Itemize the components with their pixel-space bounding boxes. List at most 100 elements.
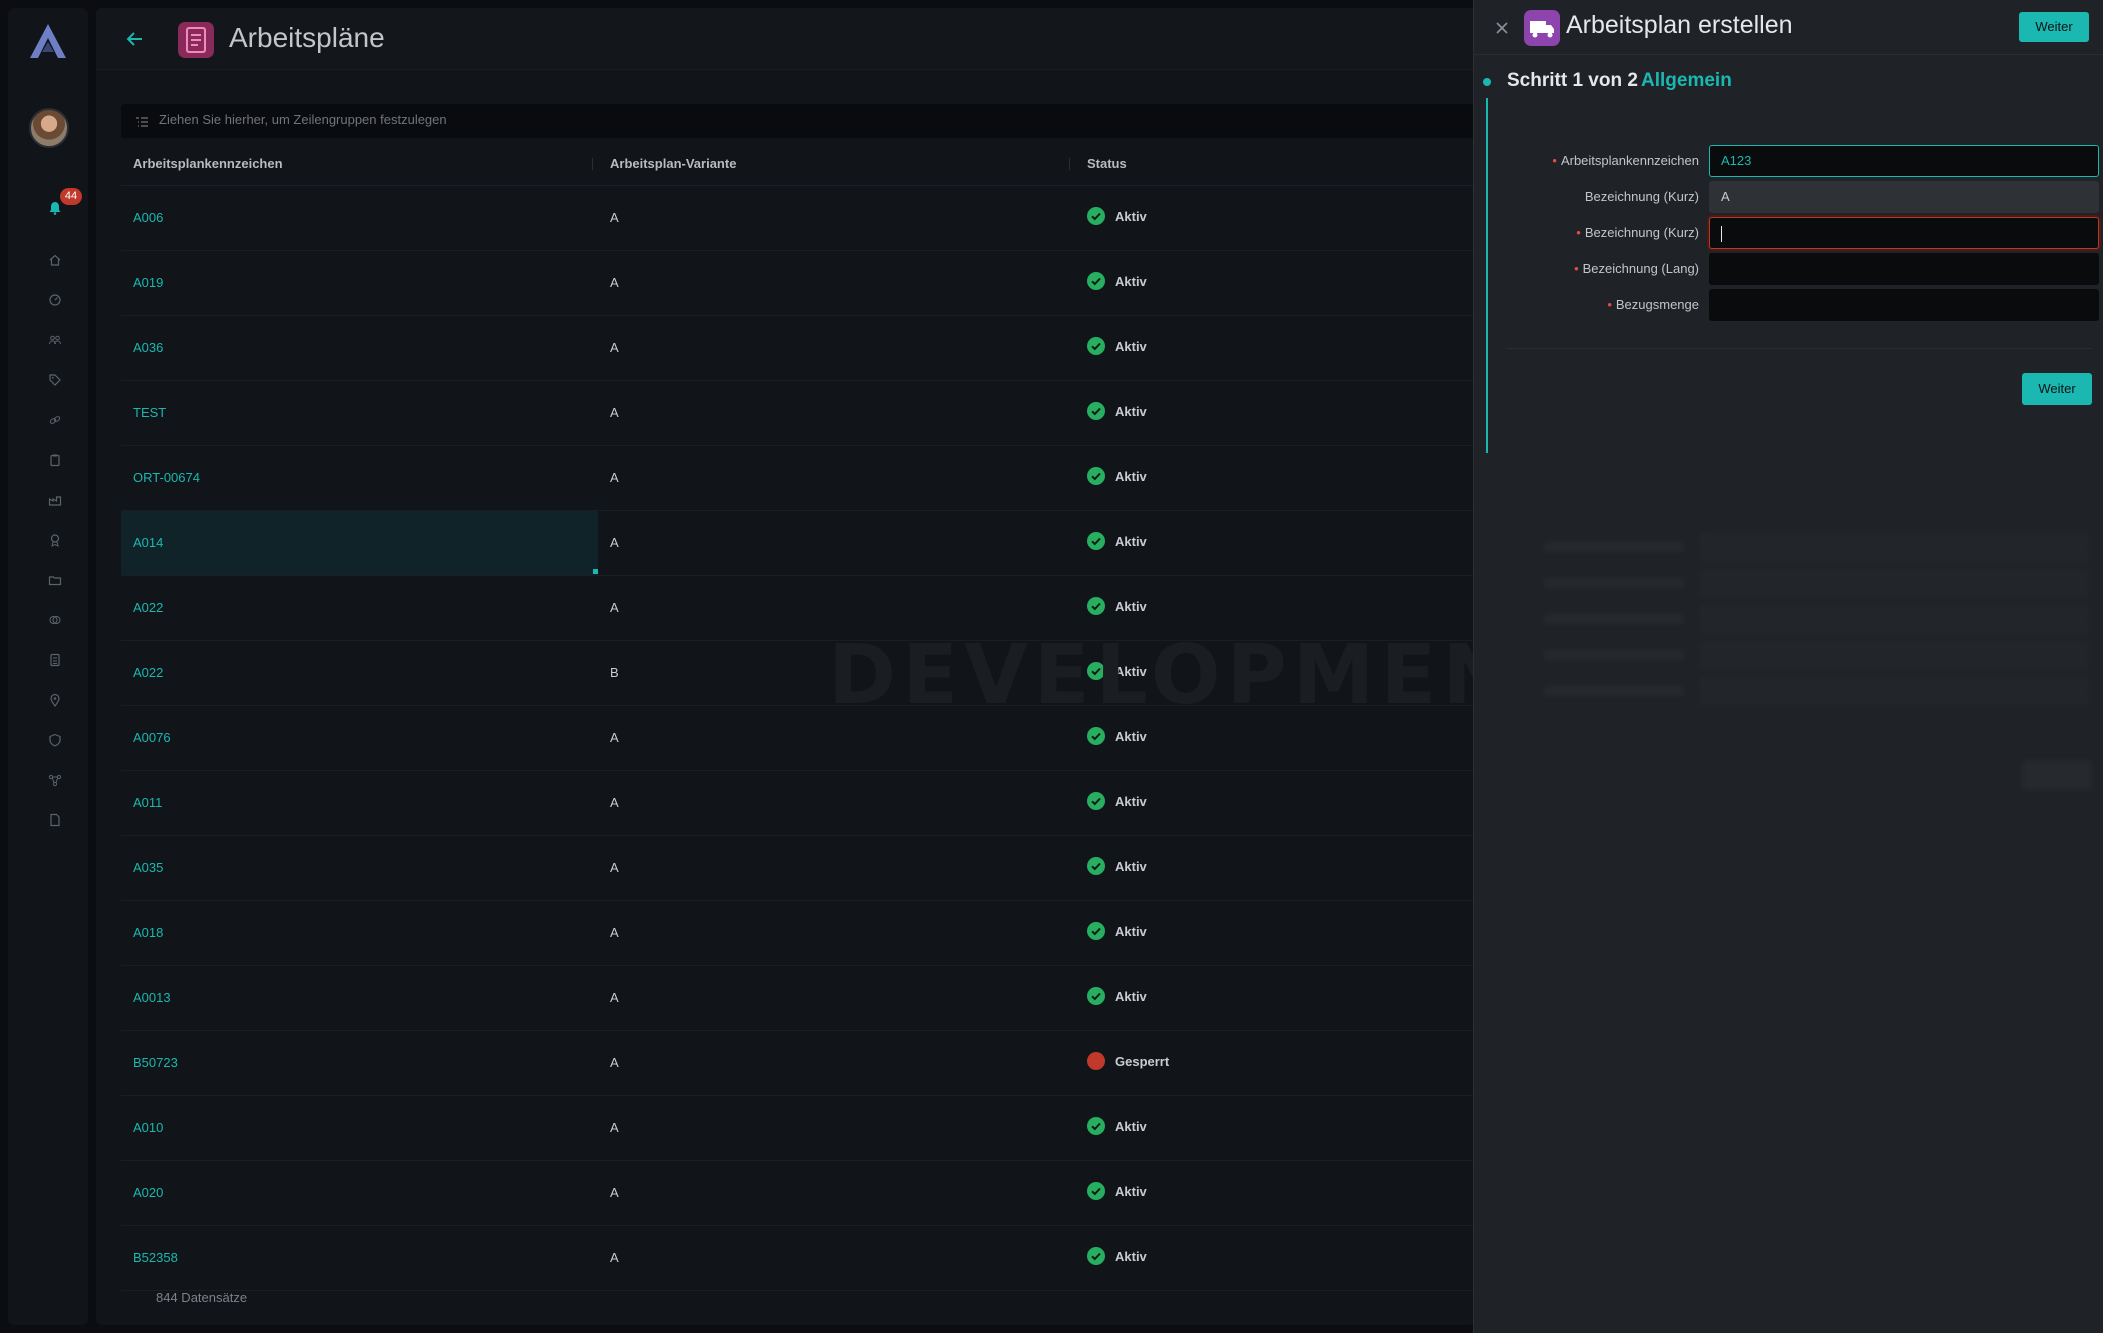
link-icon[interactable]: [48, 412, 62, 426]
cell-code[interactable]: A010: [133, 1120, 163, 1135]
cell-variant: A: [610, 860, 619, 875]
badge-icon[interactable]: [48, 532, 62, 547]
table-row[interactable]: B52358 A Aktiv: [121, 1226, 1476, 1291]
cell-code[interactable]: A014: [133, 535, 163, 550]
field-label: Bezugsmenge: [1615, 297, 1699, 312]
status-label: Aktiv: [1115, 469, 1147, 484]
factory-icon[interactable]: [48, 492, 62, 506]
document-icon[interactable]: [48, 812, 62, 827]
table-row[interactable]: TEST A Aktiv: [121, 381, 1476, 446]
record-count: 844 Datensätze: [156, 1290, 248, 1305]
table-row[interactable]: A019 A Aktiv: [121, 251, 1476, 316]
cell-code[interactable]: ORT-00674: [133, 470, 200, 485]
location-icon[interactable]: [48, 692, 62, 708]
step-name: Allgemein: [1641, 70, 1732, 91]
check-circle-icon: [1087, 337, 1105, 355]
status-label: Aktiv: [1115, 209, 1147, 224]
dashboard-icon[interactable]: [48, 292, 62, 306]
row-group-dropzone[interactable]: Ziehen Sie hierher, um Zeilengruppen fes…: [121, 104, 1476, 138]
cell-code[interactable]: B50723: [133, 1055, 178, 1070]
cell-variant: B: [610, 665, 619, 680]
environment-watermark: DEVELOPMENT: [828, 628, 1579, 723]
bell-icon[interactable]: [48, 200, 62, 215]
cell-code[interactable]: A020: [133, 1185, 163, 1200]
table-row[interactable]: A036 A Aktiv: [121, 316, 1476, 381]
selected-cell: [121, 511, 598, 575]
bezeichnung-lang-input[interactable]: [1709, 253, 2099, 285]
calculator-icon[interactable]: [48, 652, 62, 667]
folder-icon[interactable]: [48, 572, 62, 586]
check-circle-icon: [1087, 467, 1105, 485]
cell-code[interactable]: TEST: [133, 405, 166, 420]
cell-variant: A: [610, 210, 619, 225]
column-header-status[interactable]: Status: [1087, 156, 1127, 171]
cell-code[interactable]: A022: [133, 600, 163, 615]
table-row[interactable]: A035 A Aktiv: [121, 836, 1476, 901]
table-row[interactable]: ORT-00674 A Aktiv: [121, 446, 1476, 511]
cell-code[interactable]: A0013: [133, 990, 171, 1005]
cell-variant: A: [610, 925, 619, 940]
cell-code[interactable]: A035: [133, 860, 163, 875]
status-label: Aktiv: [1115, 274, 1147, 289]
cell-code[interactable]: A022: [133, 665, 163, 680]
cell-variant: A: [610, 795, 619, 810]
cell-code[interactable]: A006: [133, 210, 163, 225]
clipboard-icon[interactable]: [48, 452, 62, 467]
check-circle-icon: [1087, 727, 1105, 745]
table-row[interactable]: A018 A Aktiv: [121, 901, 1476, 966]
shield-icon[interactable]: [48, 732, 62, 747]
status-label: Aktiv: [1115, 1184, 1147, 1199]
cell-code[interactable]: A019: [133, 275, 163, 290]
step-counter: Schritt 1 von 2: [1507, 70, 1638, 91]
column-header-variant[interactable]: Arbeitsplan-Variante: [610, 156, 736, 171]
cell-code[interactable]: A018: [133, 925, 163, 940]
users-icon[interactable]: [48, 332, 62, 346]
bezugsmenge-input[interactable]: [1709, 289, 2099, 321]
field-label: Arbeitsplankennzeichen: [1560, 153, 1699, 168]
main-panel: Arbeitspläne Ziehen Sie hierher, um Zeil…: [96, 8, 1573, 1325]
field-label: Bezeichnung (Lang): [1582, 261, 1699, 276]
header-next-button[interactable]: Weiter: [2019, 12, 2089, 42]
form-divider: [1507, 348, 2092, 349]
close-icon[interactable]: [1494, 20, 1510, 36]
selection-handle[interactable]: [593, 569, 598, 574]
cell-code[interactable]: A011: [133, 795, 162, 810]
create-workplan-drawer: Arbeitsplan erstellen Weiter Schritt 1 v…: [1473, 0, 2103, 1333]
home-icon[interactable]: [48, 252, 62, 266]
app-logo[interactable]: [28, 22, 68, 62]
cell-code[interactable]: B52358: [133, 1250, 178, 1265]
layers-icon[interactable]: [48, 612, 62, 626]
share-icon[interactable]: [48, 772, 62, 787]
status-label: Aktiv: [1115, 404, 1147, 419]
bezeichnung-kurz-input[interactable]: [1709, 217, 2099, 249]
cell-variant: A: [610, 1055, 619, 1070]
tag-icon[interactable]: [48, 372, 62, 386]
table-row[interactable]: A014 A Aktiv: [121, 511, 1476, 576]
cell-code[interactable]: A0076: [133, 730, 171, 745]
field-label: Bezeichnung (Kurz): [1584, 189, 1699, 204]
check-circle-icon: [1087, 402, 1105, 420]
column-resize-handle[interactable]: [592, 158, 593, 170]
check-circle-icon: [1087, 1117, 1105, 1135]
user-avatar[interactable]: [29, 108, 69, 148]
field-label: Bezeichnung (Kurz): [1584, 225, 1699, 240]
check-circle-icon: [1087, 597, 1105, 615]
check-circle-icon: [1087, 532, 1105, 550]
bezeichnung-kurz-readonly-input[interactable]: A: [1709, 181, 2099, 213]
cell-code[interactable]: A036: [133, 340, 163, 355]
arbeitsplankennzeichen-input[interactable]: A123: [1709, 145, 2099, 177]
column-resize-handle[interactable]: [1069, 158, 1070, 170]
table-row[interactable]: A020 A Aktiv: [121, 1161, 1476, 1226]
cell-variant: A: [610, 990, 619, 1005]
table-row[interactable]: A006 A Aktiv: [121, 186, 1476, 251]
next-step-button[interactable]: Weiter: [2022, 373, 2092, 405]
table-row[interactable]: A011 A Aktiv: [121, 771, 1476, 836]
column-header-code[interactable]: Arbeitsplankennzeichen: [133, 156, 283, 171]
back-arrow-icon[interactable]: [124, 28, 146, 50]
table-row[interactable]: A010 A Aktiv: [121, 1096, 1476, 1161]
status-label: Aktiv: [1115, 989, 1147, 1004]
page-title: Arbeitspläne: [229, 22, 385, 53]
step-indicator-dot: [1483, 78, 1491, 86]
table-row[interactable]: A0013 A Aktiv: [121, 966, 1476, 1031]
table-row[interactable]: B50723 A Gesperrt: [121, 1031, 1476, 1096]
